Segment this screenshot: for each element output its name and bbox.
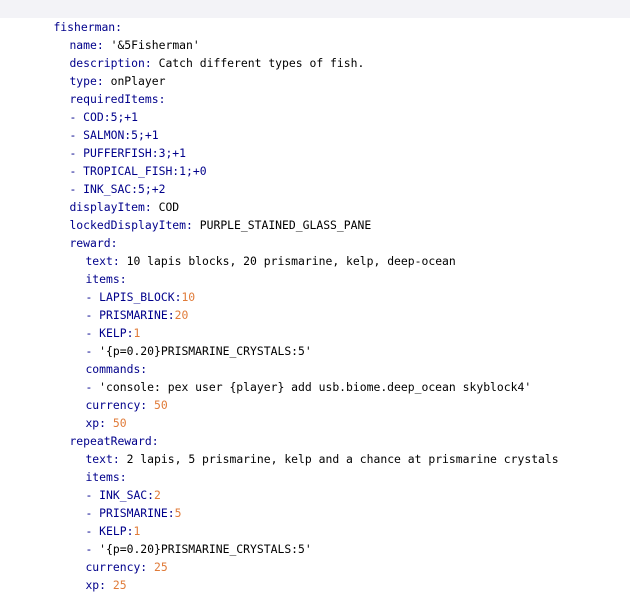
yaml-number: 25 [112,578,127,592]
code-line[interactable]: - '{p=0.20}PRISMARINE_CRYSTALS:5' [0,522,630,556]
yaml-code-editor[interactable]: fisherman: name: '&5Fisherman' descripti… [0,0,630,592]
code-line[interactable]: description: Catch different types of fi… [0,36,630,70]
code-line[interactable]: requiredItems: [0,72,630,106]
code-line[interactable]: reward: [0,216,630,250]
code-line[interactable]: - '{p=0.20}PRISMARINE_CRYSTALS:5' [0,324,630,358]
code-line[interactable]: - SALMON:5;+1 [0,108,630,142]
code-line[interactable]: displayItem: COD [0,180,630,214]
code-line[interactable]: fisherman: [0,0,630,34]
code-line[interactable]: repeatReward: [0,414,630,448]
code-line[interactable]: text: 10 lapis blocks, 20 prismarine, ke… [0,234,630,268]
code-line[interactable]: - PRISMARINE:5 [0,486,630,520]
code-line[interactable]: - 'console: pex user {player} add usb.bi… [0,360,630,394]
code-line[interactable]: - TROPICAL_FISH:1;+0 [0,144,630,178]
code-line[interactable]: - LAPIS_BLOCK:10 [0,270,630,304]
code-line[interactable]: - PRISMARINE:20 [0,288,630,322]
code-line[interactable]: text: 2 lapis, 5 prismarine, kelp and a … [0,432,630,466]
code-line[interactable]: commands: [0,342,630,376]
code-line[interactable]: - INK_SAC:2 [0,468,630,502]
yaml-key: xp: [85,578,113,592]
code-line[interactable]: - KELP:1 [0,504,630,538]
code-line[interactable]: - PUFFERFISH:3;+1 [0,126,630,160]
code-line[interactable]: - KELP:1 [0,306,630,340]
code-line[interactable]: - INK_SAC:5;+2 [0,162,630,196]
code-line[interactable]: currency: 50 [0,378,630,412]
code-line[interactable]: xp: 50 [0,396,630,430]
code-line[interactable]: - COD:5;+1 [0,90,630,124]
code-line[interactable]: currency: 25 [0,540,630,574]
code-line[interactable]: items: [0,252,630,286]
code-line[interactable]: type: onPlayer [0,54,630,88]
code-line[interactable]: lockedDisplayItem: PURPLE_STAINED_GLASS_… [0,198,630,232]
code-line[interactable]: items: [0,450,630,484]
code-line[interactable]: name: '&5Fisherman' [0,18,630,52]
code-line[interactable]: xp: 25 [0,558,630,592]
